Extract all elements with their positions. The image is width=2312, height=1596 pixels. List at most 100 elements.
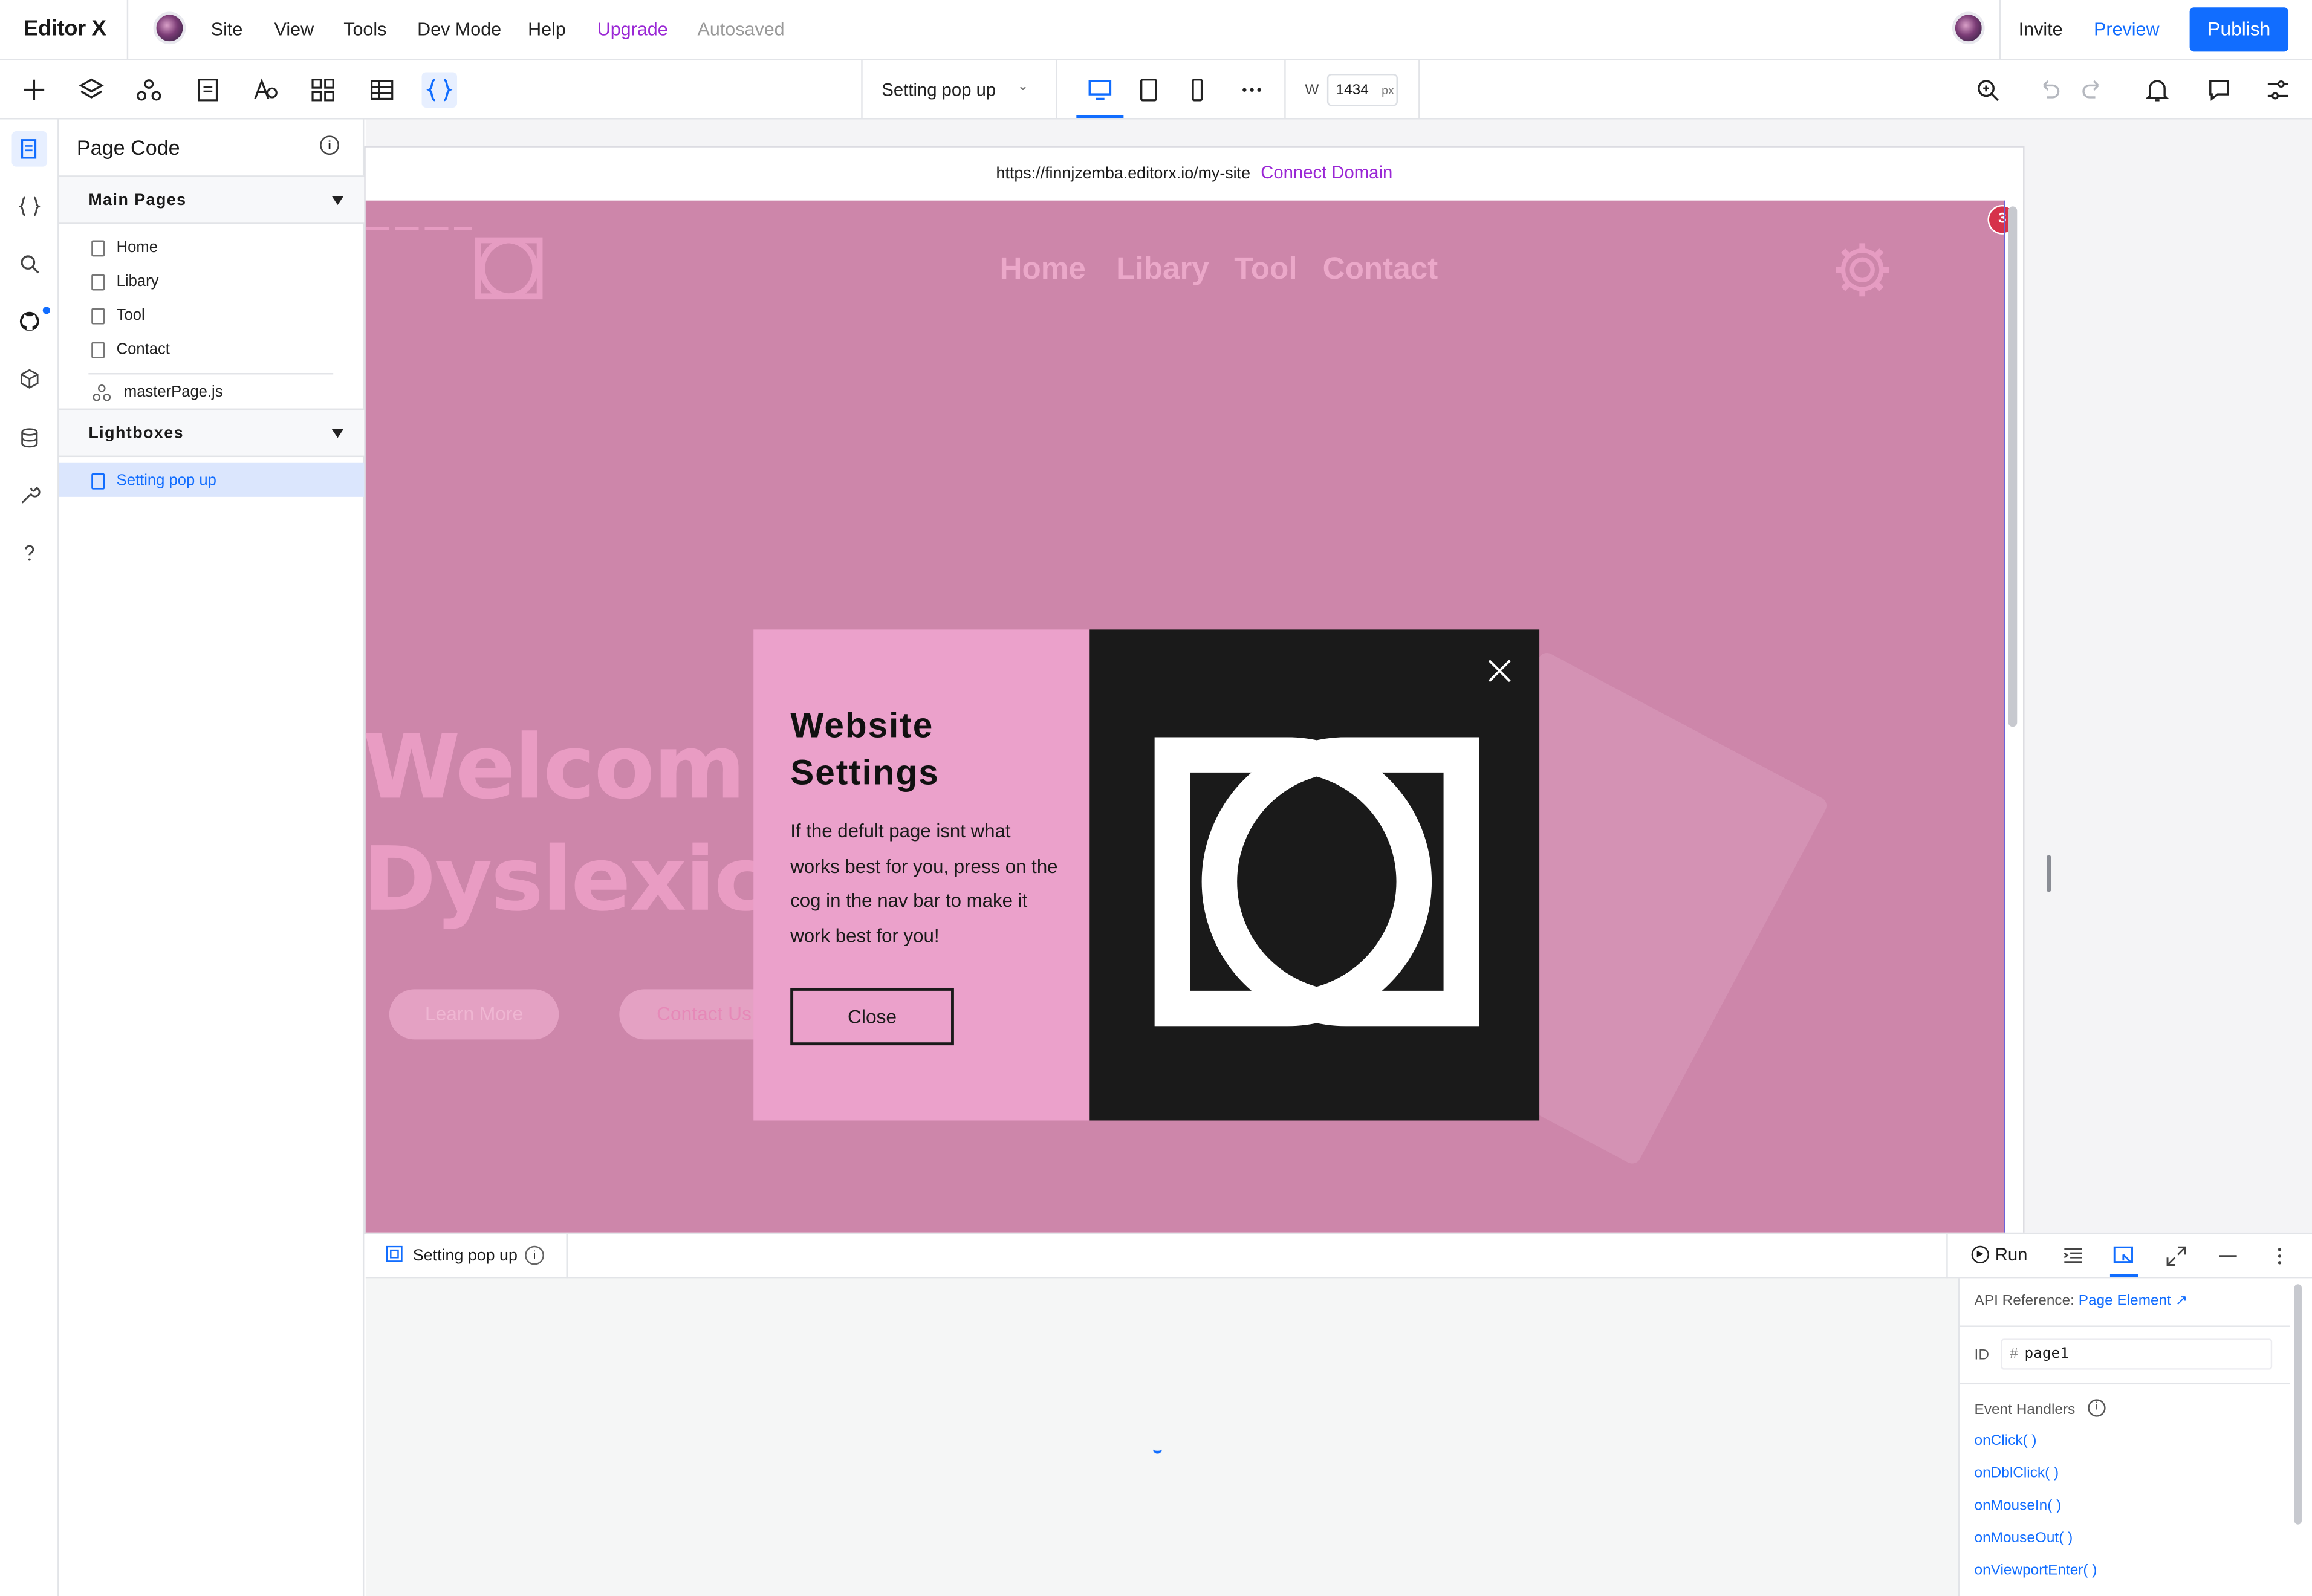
expand-icon[interactable] [2166,1246,2187,1267]
mobile-icon[interactable] [1180,73,1215,108]
code-tab-label[interactable]: Setting pop up [413,1247,518,1265]
apps-icon[interactable] [305,73,341,108]
help-icon[interactable] [12,535,48,571]
section-label: Main Pages [88,192,187,210]
lightboxes-section[interactable]: Lightboxes [59,408,365,458]
indent-icon[interactable] [2063,1246,2083,1267]
width-unit: px [1382,84,1394,97]
props-scrollbar[interactable] [2294,1284,2302,1525]
modal-close-button[interactable]: Close [790,987,954,1046]
zoom-icon[interactable] [1970,73,2005,108]
panel-title: Page Code [76,135,180,160]
settings-sliders-icon[interactable] [2261,73,2296,108]
site-nav-home[interactable]: Home [1000,252,1086,288]
page-item-home[interactable]: Home [91,239,158,256]
page-item-libary[interactable]: Libary [91,273,158,290]
width-label: W [1305,82,1319,99]
code-editor[interactable] [365,1278,1958,1596]
dev-tools-icon[interactable] [12,478,48,513]
add-icon[interactable] [16,73,52,108]
divider [126,0,129,60]
cms-table-icon[interactable] [364,73,400,108]
page-item-tool[interactable]: Tool [91,307,145,325]
external-link-icon[interactable]: ↗ [2175,1293,2187,1309]
publish-button[interactable]: Publish [2189,7,2289,52]
divider [1999,0,2001,60]
site-logo-icon[interactable] [475,236,543,300]
upgrade-link[interactable]: Upgrade [597,19,668,40]
run-button[interactable]: ▶ Run [1971,1244,2027,1265]
handler-onviewportenter[interactable]: onViewportEnter( ) [1975,1563,2097,1579]
page-select[interactable]: Setting pop up [882,80,996,100]
close-icon[interactable] [1485,656,1515,686]
handler-onclick[interactable]: onClick( ) [1975,1433,2037,1450]
site-nav-tool[interactable]: Tool [1234,252,1297,288]
more-icon[interactable] [1234,73,1270,108]
properties-panel-icon[interactable] [2113,1246,2134,1267]
api-ref-label: API Reference: [1974,1293,2074,1309]
master-page-item[interactable]: masterPage.js [91,382,223,403]
url-bar: https://finnjzemba.editorx.io/my-site Co… [365,147,2024,201]
site-nav-contact[interactable]: Contact [1323,252,1438,288]
connect-domain-link[interactable]: Connect Domain [1261,162,1392,183]
handler-onmousein[interactable]: onMouseIn( ) [1975,1498,2062,1514]
menu-view[interactable]: View [274,19,314,40]
github-icon[interactable] [12,303,48,339]
layers-icon[interactable] [74,73,109,108]
width-input[interactable]: 1434 px [1326,73,1398,106]
site-nav-libary[interactable]: Libary [1116,252,1209,288]
comments-icon[interactable] [2201,73,2237,108]
database-icon[interactable] [12,420,48,456]
theme-icon[interactable] [248,73,284,108]
handler-onmouseout[interactable]: onMouseOut( ) [1975,1530,2073,1546]
tablet-icon[interactable] [1131,73,1167,108]
cog-icon[interactable] [1831,239,1893,300]
lightbox-item-setting-pop-up[interactable]: Setting pop up [91,472,216,490]
active-breakpoint-indicator [1076,115,1124,118]
chevron-down-icon[interactable]: ⌄ [1018,78,1028,94]
width-value: 1434 [1336,82,1369,99]
invite-button[interactable]: Invite [2019,19,2063,40]
brand-logo[interactable]: Editor X [24,16,106,41]
menu-dev-mode[interactable]: Dev Mode [417,19,501,40]
main-pages-section[interactable]: Main Pages [59,175,365,224]
site-avatar[interactable] [153,11,186,45]
pages-icon[interactable] [190,73,226,108]
desktop-icon[interactable] [1082,73,1118,108]
page-code-icon[interactable] [11,131,48,167]
connections-icon[interactable] [131,73,167,108]
search-icon[interactable] [12,246,48,282]
collapse-arrow-icon [331,429,344,438]
redo-icon[interactable] [2074,73,2110,108]
more-options-icon[interactable] [2269,1246,2290,1267]
master-page-icon [93,384,111,401]
divider [1946,1234,1948,1279]
packages-icon[interactable] [12,362,48,397]
divider [566,1234,568,1279]
api-ref-link[interactable]: Page Element [2079,1293,2171,1309]
learn-more-button[interactable]: Learn More [389,989,559,1040]
canvas-scrollbar[interactable] [2008,206,2018,727]
info-icon[interactable]: i [320,135,339,155]
info-icon[interactable]: i [2088,1399,2106,1417]
site-preview[interactable]: Home Libary Tool Contact Welcom Dyslexic… [365,200,2005,1233]
menu-site[interactable]: Site [211,19,243,40]
user-avatar[interactable] [1952,11,1985,45]
info-icon[interactable]: i [525,1245,544,1265]
minimize-icon[interactable] [2218,1246,2238,1267]
menu-tools[interactable]: Tools [343,19,386,40]
handler-ondblclick[interactable]: onDblClick( ) [1975,1465,2059,1482]
id-input[interactable]: # page1 [2001,1338,2273,1370]
preview-button[interactable]: Preview [2094,19,2159,40]
menu-help[interactable]: Help [528,19,566,40]
page-item-contact[interactable]: Contact [91,340,170,358]
undo-icon[interactable] [2032,73,2068,108]
code-braces-icon[interactable] [421,72,458,108]
decorative-dashes [365,227,472,230]
divider [1960,1325,2290,1327]
divider [1418,60,1420,120]
hero-line-2: Dyslexic [365,828,767,932]
bell-icon[interactable] [2140,73,2175,108]
public-backend-icon[interactable] [12,189,48,224]
resize-handle[interactable] [2047,855,2051,892]
